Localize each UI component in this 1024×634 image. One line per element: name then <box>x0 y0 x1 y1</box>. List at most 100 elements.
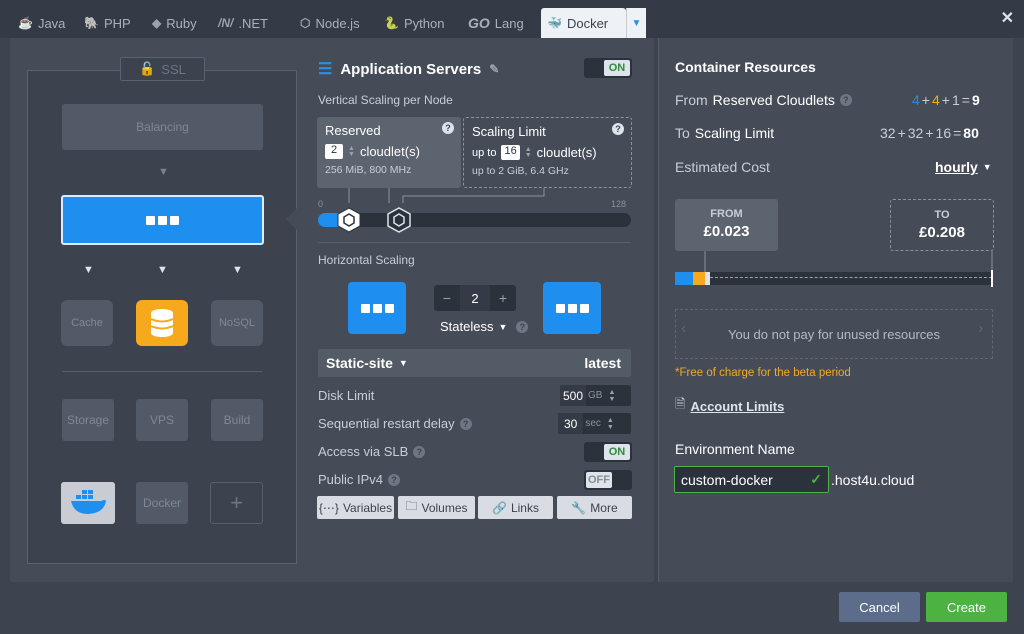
horizontal-scaling-label: Horizontal Scaling <box>318 253 415 267</box>
spinner-icon[interactable]: ▲ ▼ <box>604 389 619 403</box>
cost-period-dropdown[interactable]: hourly ▼ <box>935 159 992 175</box>
minus-icon[interactable]: − <box>434 290 460 306</box>
help-icon[interactable]: ? <box>442 122 454 134</box>
docker-node[interactable] <box>61 482 115 524</box>
menu-icon: ☰ <box>318 61 333 78</box>
help-icon[interactable]: ? <box>459 417 472 430</box>
tab-dotnet[interactable]: /N/.NET <box>218 8 268 38</box>
tab-python[interactable]: 🐍 Python <box>384 8 444 38</box>
folder-icon: 🗀 <box>405 499 418 513</box>
chevron-left-icon[interactable]: ‹ <box>681 320 686 338</box>
links-button[interactable]: 🔗 Links <box>478 496 553 519</box>
cache-node[interactable]: Cache <box>61 300 113 346</box>
limit-input[interactable]: 16 <box>501 145 520 160</box>
app-servers-toggle[interactable]: ON <box>584 58 632 78</box>
arrow-down-icon: ▼ <box>158 166 169 178</box>
cancel-button[interactable]: Cancel <box>839 592 920 622</box>
spinner-icon[interactable]: ▲ ▼ <box>525 146 532 159</box>
arrow-down-icon: ▼ <box>157 264 168 276</box>
help-icon[interactable]: ? <box>413 445 426 458</box>
reserved-input[interactable]: 2 <box>325 144 343 159</box>
ssl-toggle[interactable]: 🔓 SSL <box>120 57 205 81</box>
selection-pointer <box>286 207 298 231</box>
cost-bar-db <box>693 272 705 285</box>
nodejs-icon: ⬡ <box>300 16 311 30</box>
help-icon[interactable]: ? <box>839 94 852 106</box>
more-button[interactable]: 🔧 More <box>557 496 632 519</box>
arrow-down-icon: ▼ <box>232 264 243 276</box>
chevron-right-icon[interactable]: › <box>978 320 983 338</box>
app-server-node[interactable] <box>61 195 264 245</box>
ipv4-toggle[interactable]: OFF <box>584 470 632 490</box>
tab-php[interactable]: 🐘 PHP <box>84 8 131 38</box>
limit-sub: up to 2 GiB, 6.4 GHz <box>472 165 569 177</box>
plus-icon[interactable]: + <box>490 290 516 306</box>
restart-delay-input[interactable]: 30 sec ▲ ▼ <box>558 413 631 434</box>
restart-delay-row: Sequential restart delay ? <box>318 416 472 431</box>
reserved-handle[interactable] <box>336 207 362 233</box>
arrow-down-icon: ▼ <box>83 264 94 276</box>
add-node-button[interactable]: + <box>210 482 263 524</box>
document-icon: 🗎 <box>675 396 686 411</box>
node-count-stepper[interactable]: − 2 + <box>434 285 516 311</box>
tab-nodejs[interactable]: ⬡ Node.js <box>300 8 360 38</box>
tab-java[interactable]: ☕ Java <box>18 8 65 38</box>
variables-button[interactable]: {⋯} Variables <box>317 496 394 519</box>
slb-row: Access via SLB ? <box>318 444 426 459</box>
ipv4-row: Public IPv4 ? <box>318 472 401 487</box>
braces-icon: {⋯} <box>318 500 339 515</box>
unlock-icon: 🔓 <box>139 61 156 76</box>
tab-go[interactable]: GO Lang <box>468 8 524 38</box>
help-icon[interactable]: ? <box>388 473 401 486</box>
check-icon: ✓ <box>810 471 822 487</box>
sql-database-node[interactable] <box>136 300 188 346</box>
chevron-down-icon: ▼ <box>982 162 992 172</box>
tab-dropdown[interactable]: ▼ <box>626 8 646 38</box>
slider-max: 128 <box>611 199 627 209</box>
beta-note: *Free of charge for the beta period <box>675 367 851 379</box>
spinner-icon[interactable]: ▲ ▼ <box>603 417 618 431</box>
scaling-limit-box: Scaling Limit ? up to 16 ▲ ▼ cloudlet(s) … <box>463 117 632 188</box>
limit-title: Scaling Limit <box>472 124 546 139</box>
environment-wizard: ☕ Java 🐘 PHP ◆ Ruby /N/.NET ⬡ Node.js 🐍 Pytho… <box>0 0 1024 634</box>
database-icon <box>150 309 174 337</box>
account-limits-link[interactable]: 🗎 Account Limits <box>675 395 784 417</box>
pencil-icon[interactable]: ✎ <box>489 62 499 76</box>
limit-handle[interactable] <box>386 207 412 233</box>
cloudlet-slider[interactable] <box>318 213 631 227</box>
disk-limit-input[interactable]: 500 GB ▲ ▼ <box>560 385 631 406</box>
plus-icon: + <box>230 490 243 515</box>
reserved-row: 2 ▲ ▼ cloudlet(s) <box>325 144 453 159</box>
storage-node[interactable]: Storage <box>62 399 114 441</box>
slb-toggle[interactable]: ON <box>584 442 632 462</box>
close-icon[interactable]: ✕ <box>1001 8 1014 28</box>
tab-docker[interactable]: 🐳 Docker <box>541 8 626 38</box>
create-button[interactable]: Create <box>926 592 1007 622</box>
balancing-node[interactable]: Balancing <box>62 104 263 150</box>
vps-node[interactable]: VPS <box>136 399 188 441</box>
docker-add-node[interactable]: Docker <box>136 482 188 524</box>
tab-ruby[interactable]: ◆ Ruby <box>152 8 197 38</box>
build-node[interactable]: Build <box>211 399 263 441</box>
reserved-box: Reserved ? 2 ▲ ▼ cloudlet(s) 256 MiB, 800… <box>317 117 461 188</box>
docker-icon: 🐳 <box>547 16 562 30</box>
chevron-down-icon: ▼ <box>498 321 508 332</box>
volumes-button[interactable]: 🗀 Volumes <box>398 496 475 519</box>
scaling-mode-dropdown[interactable]: Stateless ▼ ? <box>440 319 529 334</box>
image-tag-bar[interactable]: Static-site ▼ latest <box>318 349 631 377</box>
help-icon[interactable]: ? <box>516 320 529 333</box>
env-name-input[interactable]: custom-docker ✓ <box>674 466 829 493</box>
spinner-icon[interactable]: ▲ ▼ <box>348 145 355 158</box>
price-connector <box>704 251 993 272</box>
chevron-down-icon: ▼ <box>398 358 408 368</box>
scaling-limit-row: To Scaling Limit <box>675 125 775 141</box>
php-icon: 🐘 <box>84 16 99 30</box>
limit-sum: 32 + 32 + 16 = 80 <box>880 125 979 141</box>
java-icon: ☕ <box>18 16 33 30</box>
help-icon[interactable]: ? <box>612 123 624 135</box>
slider-min: 0 <box>318 199 324 209</box>
engine-tabs: ☕ Java 🐘 PHP ◆ Ruby /N/.NET ⬡ Node.js 🐍 Pytho… <box>0 0 1024 38</box>
nosql-node[interactable]: NoSQL <box>211 300 263 346</box>
price-from: FROM £0.023 <box>675 199 778 251</box>
unused-resources-note: You do not pay for unused resources <box>675 309 993 359</box>
